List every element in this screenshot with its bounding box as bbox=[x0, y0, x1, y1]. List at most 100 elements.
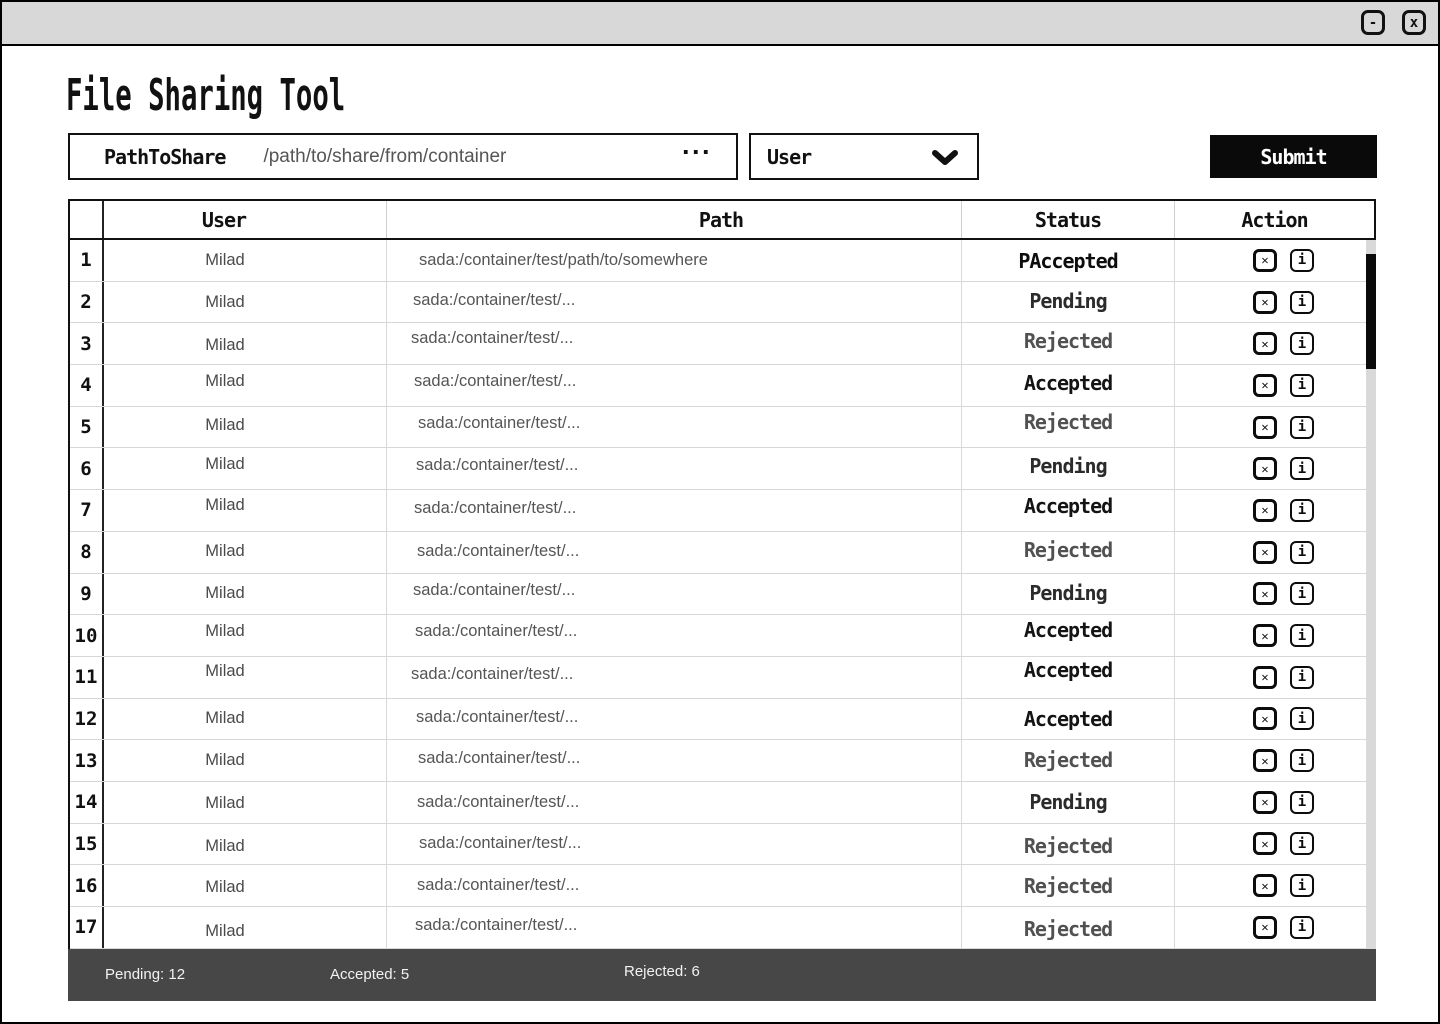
x-icon: ✕ bbox=[1261, 254, 1268, 266]
delete-button[interactable]: ✕ bbox=[1253, 416, 1277, 439]
delete-button[interactable]: ✕ bbox=[1253, 499, 1277, 522]
row-number: 4 bbox=[70, 365, 104, 406]
row-user: Milad bbox=[104, 907, 387, 948]
x-icon: ✕ bbox=[1261, 671, 1268, 683]
info-button[interactable]: i bbox=[1290, 582, 1314, 605]
delete-button[interactable]: ✕ bbox=[1253, 582, 1277, 605]
row-actions: ✕i bbox=[1183, 782, 1376, 823]
delete-button[interactable]: ✕ bbox=[1253, 332, 1277, 355]
col-header-status: Status bbox=[962, 201, 1175, 238]
info-button[interactable]: i bbox=[1290, 832, 1314, 855]
table-row: 7Miladsada:/container/test/...Accepted✕i bbox=[70, 490, 1376, 532]
accepted-count: Accepted: 5 bbox=[330, 966, 409, 983]
x-icon: ✕ bbox=[1261, 921, 1268, 933]
table-row: 11Miladsada:/container/test/...Accepted✕… bbox=[70, 657, 1376, 699]
row-actions: ✕i bbox=[1183, 365, 1376, 406]
row-path: sada:/container/test/... bbox=[387, 615, 962, 656]
table-row: 13Miladsada:/container/test/...Rejected✕… bbox=[70, 740, 1376, 782]
row-status: Accepted bbox=[962, 699, 1175, 740]
table-row: 15Miladsada:/container/test/...Rejected✕… bbox=[70, 824, 1376, 866]
info-button[interactable]: i bbox=[1290, 624, 1314, 647]
info-button[interactable]: i bbox=[1290, 499, 1314, 522]
close-button[interactable]: x bbox=[1402, 10, 1426, 35]
x-icon: ✕ bbox=[1261, 713, 1268, 725]
row-number: 17 bbox=[70, 907, 104, 948]
submit-button[interactable]: Submit bbox=[1210, 135, 1377, 178]
table-row: 4Miladsada:/container/test/...Accepted✕i bbox=[70, 365, 1376, 407]
info-button[interactable]: i bbox=[1290, 416, 1314, 439]
table-row: 5Miladsada:/container/test/...Rejected✕i bbox=[70, 407, 1376, 449]
row-user: Milad bbox=[104, 865, 387, 906]
delete-button[interactable]: ✕ bbox=[1253, 832, 1277, 855]
row-number: 11 bbox=[70, 657, 104, 698]
row-path: sada:/container/test/... bbox=[387, 740, 962, 781]
row-status: Rejected bbox=[962, 907, 1175, 948]
info-button[interactable]: i bbox=[1290, 707, 1314, 730]
delete-button[interactable]: ✕ bbox=[1253, 374, 1277, 397]
delete-button[interactable]: ✕ bbox=[1253, 791, 1277, 814]
x-icon: ✕ bbox=[1261, 588, 1268, 600]
info-button[interactable]: i bbox=[1290, 291, 1314, 314]
table-header: User Path Status Action bbox=[68, 199, 1376, 240]
info-icon: i bbox=[1298, 503, 1306, 517]
row-actions: ✕i bbox=[1183, 448, 1376, 489]
x-icon: ✕ bbox=[1261, 463, 1268, 475]
delete-button[interactable]: ✕ bbox=[1253, 291, 1277, 314]
chevron-down-icon bbox=[931, 148, 959, 168]
info-button[interactable]: i bbox=[1290, 374, 1314, 397]
delete-button[interactable]: ✕ bbox=[1253, 707, 1277, 730]
row-actions: ✕i bbox=[1183, 532, 1376, 573]
info-button[interactable]: i bbox=[1290, 916, 1314, 939]
delete-button[interactable]: ✕ bbox=[1253, 541, 1277, 564]
row-actions: ✕i bbox=[1183, 282, 1376, 323]
info-button[interactable]: i bbox=[1290, 332, 1314, 355]
row-path: sada:/container/test/... bbox=[387, 365, 962, 406]
delete-button[interactable]: ✕ bbox=[1253, 874, 1277, 897]
delete-button[interactable]: ✕ bbox=[1253, 457, 1277, 480]
table-scrollbar[interactable] bbox=[1366, 240, 1376, 949]
row-actions: ✕i bbox=[1183, 657, 1376, 698]
info-button[interactable]: i bbox=[1290, 541, 1314, 564]
info-icon: i bbox=[1298, 920, 1306, 934]
delete-button[interactable]: ✕ bbox=[1253, 749, 1277, 772]
row-user: Milad bbox=[104, 282, 387, 323]
x-icon: ✕ bbox=[1261, 546, 1268, 558]
delete-button[interactable]: ✕ bbox=[1253, 624, 1277, 647]
x-icon: ✕ bbox=[1261, 379, 1268, 391]
x-icon: ✕ bbox=[1261, 338, 1268, 350]
file-share-table: User Path Status Action 1Miladsada:/cont… bbox=[68, 199, 1376, 949]
row-path: sada:/container/test/... bbox=[387, 699, 962, 740]
rejected-count: Rejected: 6 bbox=[624, 963, 700, 980]
delete-button[interactable]: ✕ bbox=[1253, 916, 1277, 939]
user-dropdown[interactable]: User bbox=[749, 133, 979, 180]
row-user: Milad bbox=[104, 824, 387, 865]
table-row: 14Miladsada:/container/test/...Pending✕i bbox=[70, 782, 1376, 824]
row-number: 15 bbox=[70, 824, 104, 865]
delete-button[interactable]: ✕ bbox=[1253, 666, 1277, 689]
row-path: sada:/container/test/... bbox=[387, 282, 962, 323]
delete-button[interactable]: ✕ bbox=[1253, 249, 1277, 272]
table-row: 16Miladsada:/container/test/...Rejected✕… bbox=[70, 865, 1376, 907]
info-button[interactable]: i bbox=[1290, 874, 1314, 897]
browse-button[interactable]: ··· bbox=[676, 135, 718, 178]
row-number: 14 bbox=[70, 782, 104, 823]
row-status: Pending bbox=[962, 574, 1175, 615]
info-button[interactable]: i bbox=[1290, 457, 1314, 480]
info-button[interactable]: i bbox=[1290, 791, 1314, 814]
row-user: Milad bbox=[104, 615, 387, 656]
info-button[interactable]: i bbox=[1290, 666, 1314, 689]
row-actions: ✕i bbox=[1183, 824, 1376, 865]
row-actions: ✕i bbox=[1183, 574, 1376, 615]
row-path: sada:/container/test/path/to/somewhere bbox=[387, 240, 962, 281]
x-icon: ✕ bbox=[1261, 755, 1268, 767]
info-icon: i bbox=[1298, 295, 1306, 309]
table-row: 1Miladsada:/container/test/path/to/somew… bbox=[70, 240, 1376, 282]
info-button[interactable]: i bbox=[1290, 249, 1314, 272]
info-icon: i bbox=[1298, 337, 1306, 351]
path-to-share-input[interactable]: PathToShare /path/to/share/from/containe… bbox=[68, 133, 738, 180]
col-header-action: Action bbox=[1175, 201, 1374, 238]
scrollbar-thumb[interactable] bbox=[1366, 254, 1376, 369]
info-button[interactable]: i bbox=[1290, 749, 1314, 772]
row-actions: ✕i bbox=[1183, 699, 1376, 740]
minimize-button[interactable]: - bbox=[1361, 10, 1385, 35]
